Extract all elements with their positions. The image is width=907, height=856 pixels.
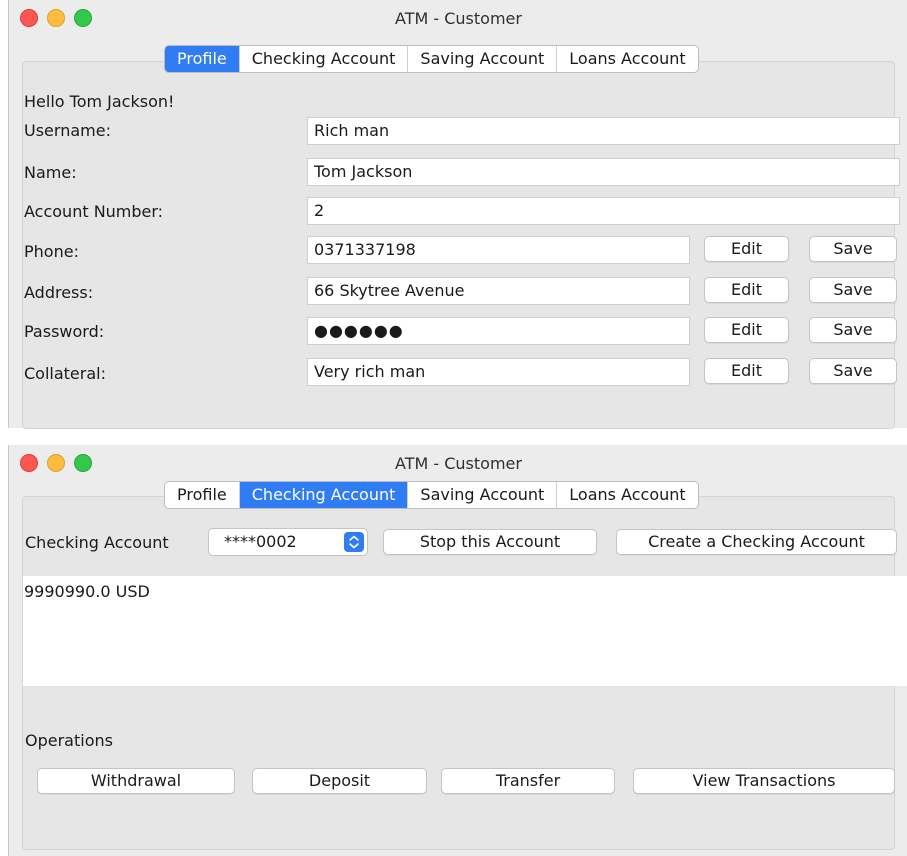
deposit-button[interactable]: Deposit bbox=[252, 768, 427, 794]
checking-account-label: Checking Account bbox=[25, 533, 169, 552]
name-field[interactable]: Tom Jackson bbox=[307, 158, 900, 186]
name-label: Name: bbox=[24, 163, 77, 182]
password-field[interactable]: ●●●●●● bbox=[307, 317, 690, 345]
tab-saving-account[interactable]: Saving Account bbox=[408, 482, 558, 508]
edit-collateral-button[interactable]: Edit bbox=[704, 358, 789, 384]
collateral-label: Collateral: bbox=[24, 364, 106, 383]
account-number-label: Account Number: bbox=[24, 202, 164, 221]
account-number-field[interactable]: 2 bbox=[307, 197, 900, 225]
title-bar[interactable]: ATM - Customer bbox=[9, 0, 907, 37]
tab-bar: Profile Checking Account Saving Account … bbox=[164, 45, 699, 73]
withdrawal-button[interactable]: Withdrawal bbox=[37, 768, 235, 794]
tab-bar: Profile Checking Account Saving Account … bbox=[164, 481, 699, 509]
transfer-button[interactable]: Transfer bbox=[441, 768, 615, 794]
tab-saving-account[interactable]: Saving Account bbox=[408, 46, 558, 72]
tab-profile[interactable]: Profile bbox=[165, 482, 240, 508]
save-password-button[interactable]: Save bbox=[809, 317, 897, 343]
username-field[interactable]: Rich man bbox=[307, 117, 900, 145]
tab-profile[interactable]: Profile bbox=[165, 46, 240, 72]
phone-label: Phone: bbox=[24, 242, 79, 261]
tab-checking-account[interactable]: Checking Account bbox=[240, 46, 409, 72]
window-title: ATM - Customer bbox=[395, 454, 522, 473]
greeting: Hello Tom Jackson! bbox=[24, 92, 175, 111]
account-select-value: ****0002 bbox=[224, 532, 297, 551]
username-label: Username: bbox=[24, 121, 111, 140]
window-title: ATM - Customer bbox=[395, 9, 522, 28]
phone-field[interactable]: 0371337198 bbox=[307, 236, 690, 264]
title-bar[interactable]: ATM - Customer bbox=[9, 445, 907, 482]
chevron-up-down-icon bbox=[344, 532, 364, 552]
save-phone-button[interactable]: Save bbox=[809, 236, 897, 262]
account-select[interactable]: ****0002 bbox=[208, 528, 368, 556]
password-label: Password: bbox=[24, 322, 105, 341]
tab-checking-account[interactable]: Checking Account bbox=[239, 482, 409, 508]
checking-window: ATM - Customer Profile Checking Account … bbox=[8, 445, 907, 856]
save-collateral-button[interactable]: Save bbox=[809, 358, 897, 384]
create-checking-account-button[interactable]: Create a Checking Account bbox=[616, 529, 897, 555]
balance-display: 9990990.0 USD bbox=[23, 576, 907, 686]
edit-address-button[interactable]: Edit bbox=[704, 277, 789, 303]
address-field[interactable]: 66 Skytree Avenue bbox=[307, 277, 690, 305]
tab-loans-account[interactable]: Loans Account bbox=[557, 482, 697, 508]
view-transactions-button[interactable]: View Transactions bbox=[633, 768, 895, 794]
edit-phone-button[interactable]: Edit bbox=[704, 236, 789, 262]
address-label: Address: bbox=[24, 283, 94, 302]
edit-password-button[interactable]: Edit bbox=[704, 317, 789, 343]
tab-loans-account[interactable]: Loans Account bbox=[557, 46, 697, 72]
save-address-button[interactable]: Save bbox=[809, 277, 897, 303]
balance-text: 9990990.0 USD bbox=[24, 582, 150, 601]
profile-window: ATM - Customer Profile Checking Account … bbox=[8, 0, 907, 429]
stop-account-button[interactable]: Stop this Account bbox=[383, 529, 597, 555]
operations-label: Operations bbox=[25, 731, 113, 750]
collateral-field[interactable]: Very rich man bbox=[307, 358, 690, 386]
